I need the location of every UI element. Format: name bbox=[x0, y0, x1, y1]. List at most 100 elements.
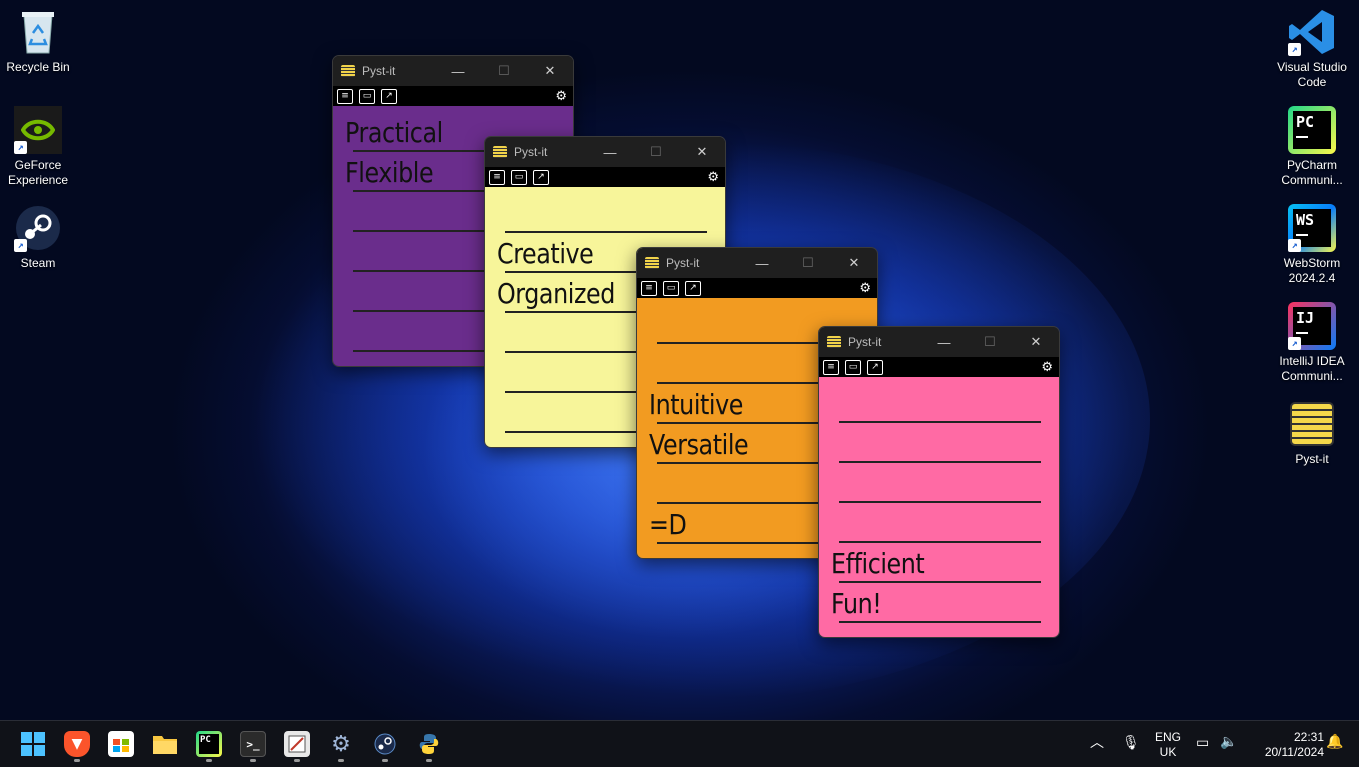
export-icon[interactable]: ↗ bbox=[533, 169, 549, 185]
settings-gear-icon[interactable]: ⚙ bbox=[707, 170, 719, 185]
window-titlebar[interactable]: Pyst-it — ☐ ✕ bbox=[819, 327, 1059, 357]
save-icon[interactable]: ▭ bbox=[511, 169, 527, 185]
save-icon[interactable]: ▭ bbox=[663, 280, 679, 296]
microsoft-store-icon[interactable] bbox=[108, 731, 134, 757]
note-text-line: Efficient bbox=[831, 547, 925, 580]
settings-gear-icon[interactable]: ⚙ bbox=[1041, 360, 1053, 375]
brave-icon[interactable]: ▼ bbox=[64, 731, 90, 757]
export-icon[interactable]: ↗ bbox=[685, 280, 701, 296]
note-text-line: Creative bbox=[497, 237, 594, 270]
close-button[interactable]: ✕ bbox=[831, 255, 877, 271]
clock-date: 20/11/2024 bbox=[1264, 745, 1324, 759]
desktop-icon-label: Pyst-it bbox=[1295, 452, 1329, 466]
volume-icon[interactable]: 🔈 bbox=[1220, 734, 1237, 749]
note-text-line: =D bbox=[649, 508, 687, 541]
python-icon[interactable] bbox=[416, 731, 442, 757]
start-button[interactable] bbox=[20, 731, 46, 757]
new-note-icon[interactable]: ≡ bbox=[641, 280, 657, 296]
running-indicator bbox=[206, 759, 212, 762]
shortcut-arrow-icon: ↗ bbox=[14, 141, 27, 154]
desktop-icon-label: Recycle Bin bbox=[6, 60, 70, 74]
close-button[interactable]: ✕ bbox=[679, 144, 725, 160]
pyst-it-app-icon bbox=[493, 146, 507, 158]
new-note-icon[interactable]: ≡ bbox=[337, 88, 353, 104]
pyst-it-window-pink[interactable]: Pyst-it — ☐ ✕ ≡ ▭ ↗ ⚙ Efficient Fun! bbox=[818, 326, 1060, 638]
language-indicator[interactable]: ENG UK bbox=[1150, 730, 1186, 760]
desktop-icon-pyst-it[interactable]: Pyst-it bbox=[1274, 400, 1350, 467]
desktop-icon-label: Steam bbox=[20, 256, 56, 270]
maximize-button[interactable]: ☐ bbox=[633, 144, 679, 160]
desktop-icon-vscode[interactable]: ↗ Visual Studio Code bbox=[1274, 8, 1350, 90]
running-indicator bbox=[294, 759, 300, 762]
windows-logo-icon bbox=[21, 732, 45, 756]
minimize-button[interactable]: — bbox=[587, 145, 633, 160]
pycharm-icon: PC bbox=[1288, 106, 1336, 154]
microphone-icon[interactable]: 🎙 bbox=[1122, 735, 1140, 750]
minimize-button[interactable]: — bbox=[435, 64, 481, 79]
notifications-icon[interactable]: 🔔 bbox=[1326, 734, 1343, 749]
desktop-icon-intellij[interactable]: IJ ↗ IntelliJ IDEA Communi... bbox=[1274, 302, 1350, 384]
desktop-icon-webstorm[interactable]: WS ↗ WebStorm 2024.2.4 bbox=[1274, 204, 1350, 286]
desktop-icon-pycharm[interactable]: PC PyCharm Communi... bbox=[1274, 106, 1350, 188]
minimize-button[interactable]: — bbox=[921, 335, 967, 350]
desktop-icon-geforce[interactable]: ↗ GeForce Experience bbox=[0, 106, 76, 188]
shortcut-arrow-icon: ↗ bbox=[1288, 337, 1301, 350]
new-note-icon[interactable]: ≡ bbox=[823, 359, 839, 375]
network-icon[interactable]: ▭ bbox=[1196, 735, 1209, 750]
desktop-icon-label: Visual Studio Code bbox=[1277, 60, 1347, 89]
desktop-icon-label: WebStorm 2024.2.4 bbox=[1283, 256, 1341, 285]
close-button[interactable]: ✕ bbox=[527, 63, 573, 79]
language-code: ENG bbox=[1154, 730, 1181, 744]
note-text-line: Fun! bbox=[831, 587, 882, 620]
pycharm-taskbar-icon[interactable]: PC bbox=[196, 731, 222, 757]
window-title: Pyst-it bbox=[514, 145, 548, 159]
pyst-it-icon bbox=[1288, 400, 1336, 448]
maximize-button[interactable]: ☐ bbox=[967, 334, 1013, 350]
clock[interactable]: 22:31 20/11/2024 bbox=[1248, 730, 1324, 760]
note-body[interactable]: Efficient Fun! bbox=[819, 377, 1059, 637]
note-text-line: Intuitive bbox=[649, 388, 743, 421]
running-indicator bbox=[338, 759, 344, 762]
window-titlebar[interactable]: Pyst-it — ☐ ✕ bbox=[637, 248, 877, 278]
taskbar: ▼ PC >_ ⚙ ︿ 🎙 ENG UK ▭ 🔈 22:31 20/11/202… bbox=[0, 720, 1359, 767]
desktop-icon-recycle-bin[interactable]: Recycle Bin bbox=[0, 8, 76, 75]
settings-gear-icon[interactable]: ⚙ bbox=[555, 89, 567, 104]
export-icon[interactable]: ↗ bbox=[381, 88, 397, 104]
terminal-icon[interactable]: >_ bbox=[240, 731, 266, 757]
webstorm-icon: WS ↗ bbox=[1288, 204, 1336, 252]
shortcut-arrow-icon: ↗ bbox=[1288, 239, 1301, 252]
pyst-it-app-icon bbox=[827, 336, 841, 348]
shortcut-arrow-icon: ↗ bbox=[14, 239, 27, 252]
running-indicator bbox=[382, 759, 388, 762]
settings-gear-icon[interactable]: ⚙ bbox=[859, 281, 871, 296]
maximize-button[interactable]: ☐ bbox=[785, 255, 831, 271]
steam-icon: ↗ bbox=[14, 204, 62, 252]
running-indicator bbox=[426, 759, 432, 762]
maximize-button[interactable]: ☐ bbox=[481, 63, 527, 79]
new-note-icon[interactable]: ≡ bbox=[489, 169, 505, 185]
note-text-line: Versatile bbox=[649, 428, 749, 461]
close-button[interactable]: ✕ bbox=[1013, 334, 1059, 350]
note-toolbar: ≡ ▭ ↗ ⚙ bbox=[333, 86, 573, 106]
settings-icon[interactable]: ⚙ bbox=[328, 731, 354, 757]
recycle-bin-icon bbox=[14, 8, 62, 56]
window-titlebar[interactable]: Pyst-it — ☐ ✕ bbox=[333, 56, 573, 86]
window-title: Pyst-it bbox=[666, 256, 700, 270]
note-text-line: Flexible bbox=[345, 156, 434, 189]
desktop-icon-steam[interactable]: ↗ Steam bbox=[0, 204, 76, 271]
note-toolbar: ≡ ▭ ↗ ⚙ bbox=[637, 278, 877, 298]
geforce-icon: ↗ bbox=[14, 106, 62, 154]
note-text-line: Organized bbox=[497, 277, 615, 310]
window-title: Pyst-it bbox=[848, 335, 882, 349]
note-toolbar: ≡ ▭ ↗ ⚙ bbox=[819, 357, 1059, 377]
window-titlebar[interactable]: Pyst-it — ☐ ✕ bbox=[485, 137, 725, 167]
save-icon[interactable]: ▭ bbox=[359, 88, 375, 104]
snipping-tool-icon[interactable] bbox=[284, 731, 310, 757]
show-hidden-icons-chevron-icon[interactable]: ︿ bbox=[1090, 735, 1104, 750]
export-icon[interactable]: ↗ bbox=[867, 359, 883, 375]
save-icon[interactable]: ▭ bbox=[845, 359, 861, 375]
steam-taskbar-icon[interactable] bbox=[372, 731, 398, 757]
file-explorer-icon[interactable] bbox=[152, 731, 178, 757]
intellij-icon: IJ ↗ bbox=[1288, 302, 1336, 350]
minimize-button[interactable]: — bbox=[739, 256, 785, 271]
